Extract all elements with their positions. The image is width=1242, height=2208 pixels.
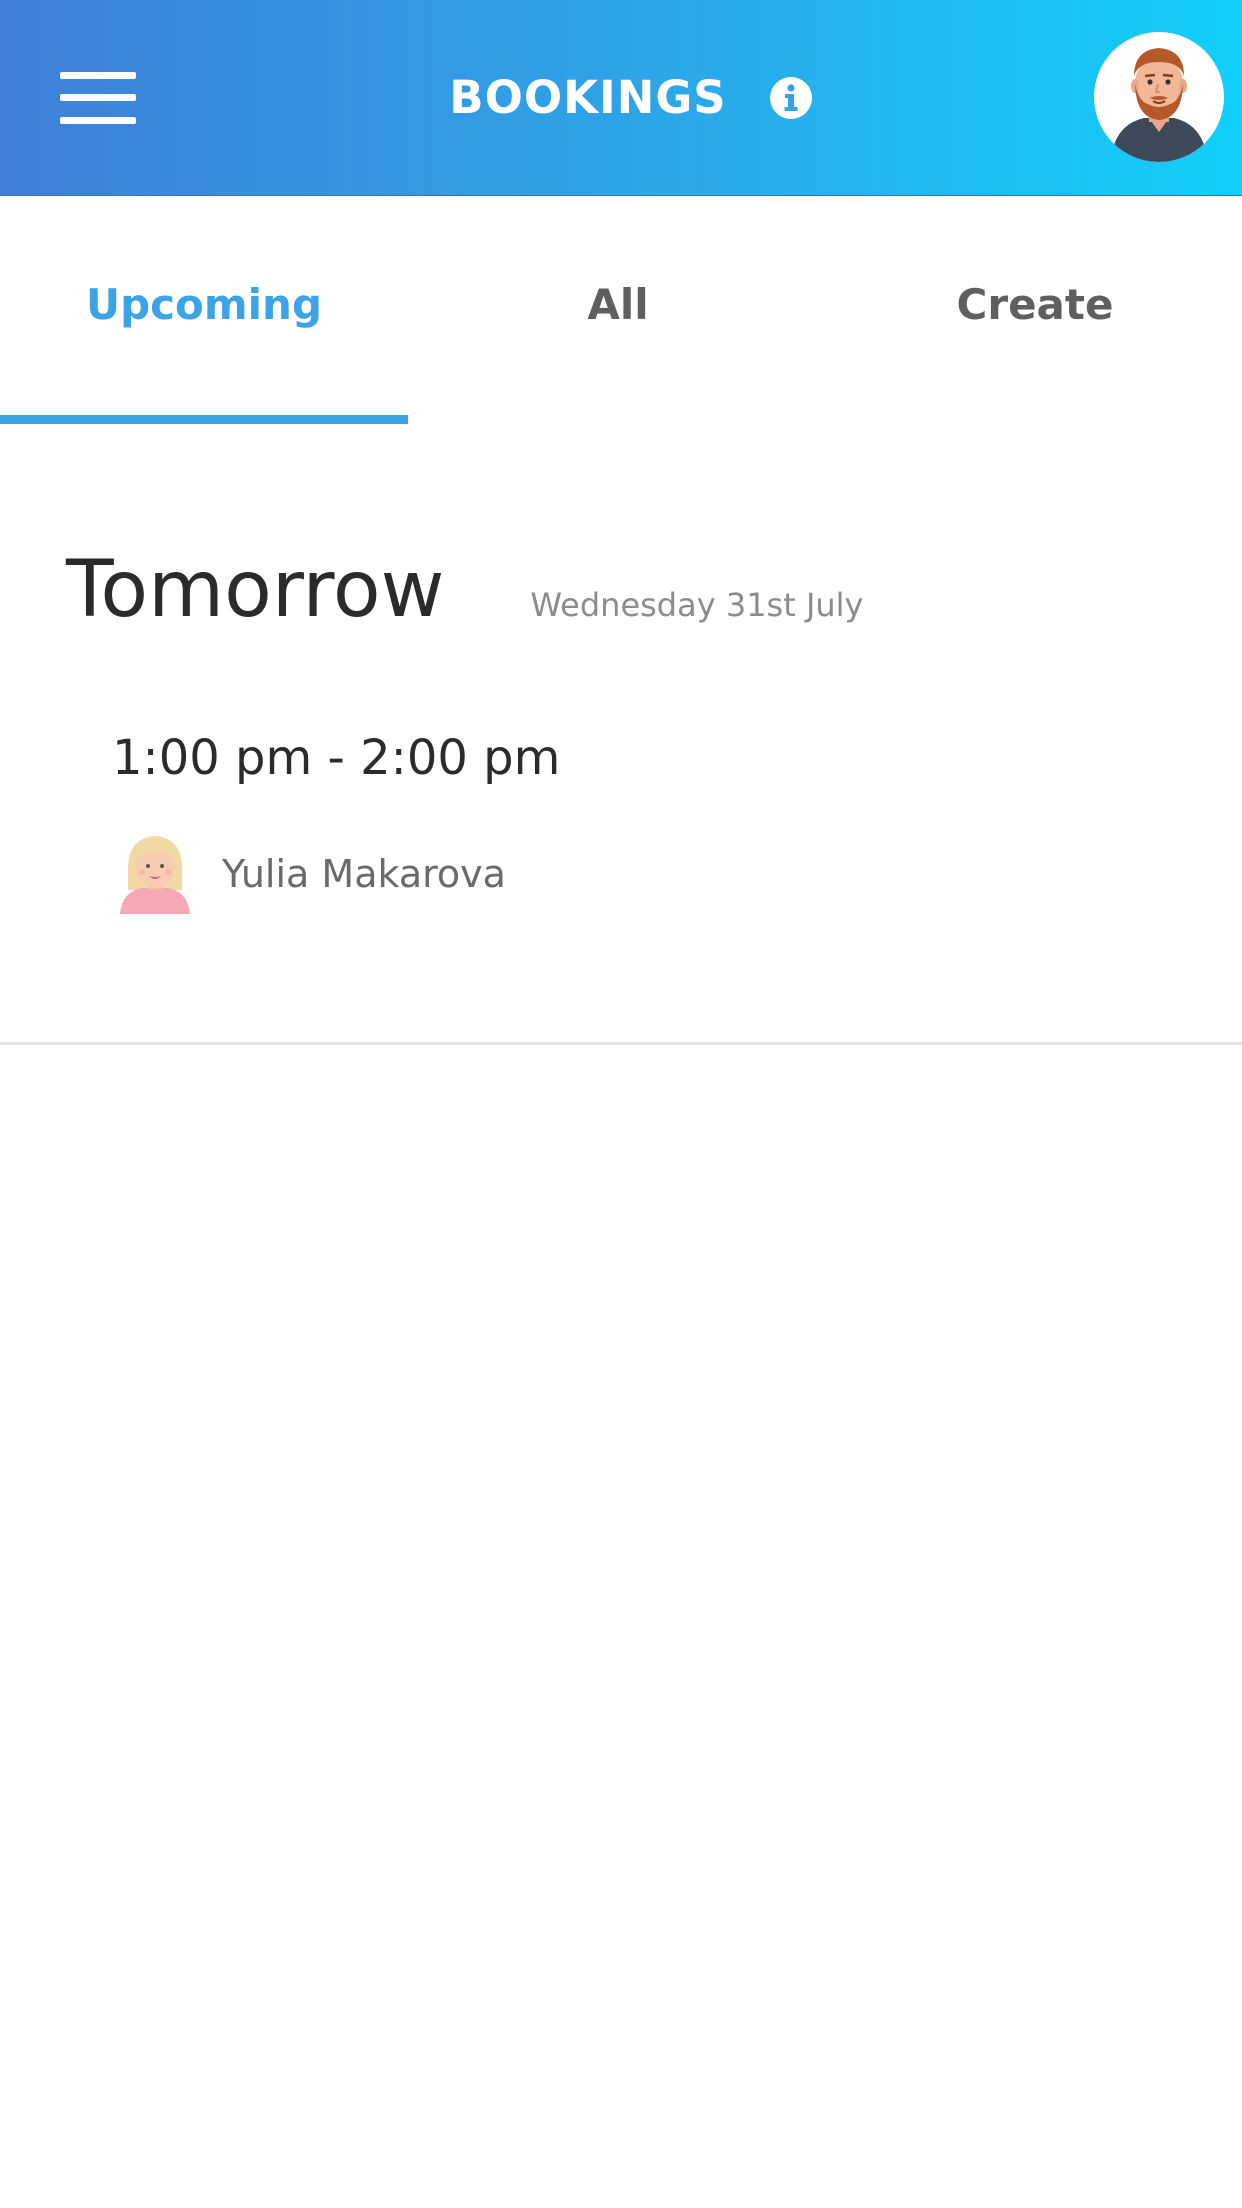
tab-bar: Upcoming All Create [0, 196, 1242, 424]
blonde-woman-avatar-icon [120, 836, 190, 914]
attendee-name: Yulia Makarova [222, 852, 506, 896]
bearded-man-avatar-icon [1101, 39, 1217, 162]
hamburger-menu-icon[interactable] [60, 72, 136, 124]
header-title-group: BOOKINGS [0, 0, 1242, 195]
tab-create[interactable]: Create [828, 196, 1242, 424]
profile-avatar[interactable] [1094, 32, 1224, 162]
tab-upcoming[interactable]: Upcoming [0, 196, 408, 424]
booking-time: 1:00 pm - 2:00 pm [112, 730, 561, 786]
page-title: BOOKINGS [449, 71, 727, 124]
day-group-header: Tomorrow Wednesday 31st July [66, 545, 863, 635]
info-icon[interactable] [769, 76, 813, 120]
booking-list-item[interactable]: 1:00 pm - 2:00 pm Yulia Makarova [0, 700, 1242, 1040]
menu-bar [60, 94, 136, 101]
active-tab-indicator [0, 415, 408, 424]
day-title: Tomorrow [66, 545, 445, 635]
tab-all[interactable]: All [414, 196, 822, 424]
day-date: Wednesday 31st July [530, 586, 864, 624]
menu-bar [60, 117, 136, 124]
app-header: BOOKINGS [0, 0, 1242, 196]
divider [0, 1042, 1242, 1045]
menu-bar [60, 72, 136, 79]
